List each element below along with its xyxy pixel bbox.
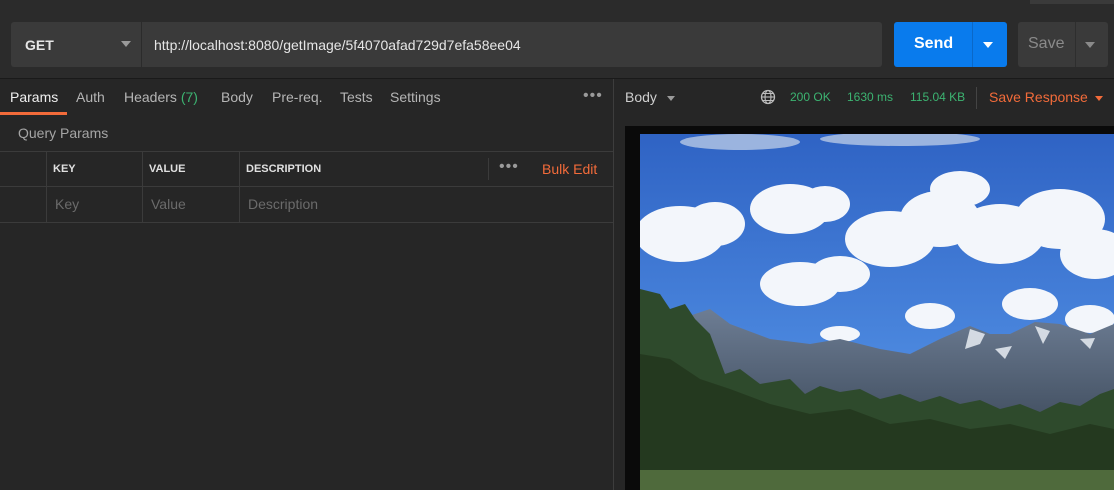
save-response-button[interactable]: Save Response [989, 89, 1088, 105]
active-tab-indicator [0, 112, 67, 115]
response-pane: Body 200 OK 1630 ms 115.04 KB Save Respo… [614, 79, 1114, 490]
tab-params[interactable]: Params [10, 89, 58, 105]
save-response-chevron-icon[interactable] [1095, 96, 1103, 101]
save-label: Save [1028, 35, 1065, 52]
params-empty-row: Key Value Description [0, 186, 613, 223]
url-input[interactable] [154, 36, 854, 53]
top-strip [1030, 0, 1114, 4]
key-input[interactable]: Key [55, 196, 79, 212]
tab-auth[interactable]: Auth [76, 89, 105, 105]
response-size: 115.04 KB [910, 90, 966, 104]
column-header-key: KEY [53, 163, 76, 175]
params-header-row: KEY VALUE DESCRIPTION ••• Bulk Edit [0, 151, 613, 187]
tab-pre-request[interactable]: Pre-req. [272, 89, 323, 105]
tab-settings[interactable]: Settings [390, 89, 441, 105]
status-divider [976, 87, 977, 109]
response-time: 1630 ms [847, 90, 894, 104]
value-input[interactable]: Value [151, 196, 186, 212]
more-options-icon[interactable]: ••• [583, 87, 603, 105]
request-pane: Params Auth Headers (7) Body Pre-req. Te… [0, 79, 613, 490]
tab-tests[interactable]: Tests [340, 89, 373, 105]
save-options-chevron-icon[interactable] [1085, 42, 1095, 48]
send-divider [972, 22, 973, 67]
response-image-frame [625, 126, 1114, 490]
status-badge: 200 OK [790, 90, 831, 104]
send-button[interactable]: Send [894, 22, 1007, 67]
column-header-description: DESCRIPTION [246, 163, 322, 175]
response-view-select[interactable]: Body [625, 89, 657, 105]
tab-body[interactable]: Body [221, 89, 253, 105]
response-image [640, 134, 1114, 490]
tab-headers[interactable]: Headers (7) [124, 89, 198, 105]
request-bar: GET Send Save [0, 0, 1114, 78]
send-options-chevron-icon[interactable] [983, 42, 993, 48]
table-options-icon[interactable]: ••• [499, 158, 519, 176]
method-select[interactable]: GET [11, 22, 141, 67]
request-tabs: Params Auth Headers (7) Body Pre-req. Te… [0, 79, 613, 115]
method-label: GET [25, 36, 54, 53]
tab-headers-label: Headers [124, 89, 177, 105]
description-input[interactable]: Description [248, 196, 318, 212]
chevron-down-icon [121, 41, 131, 47]
send-label: Send [914, 35, 954, 52]
url-field-container[interactable] [142, 22, 882, 67]
bulk-edit-link[interactable]: Bulk Edit [542, 161, 597, 177]
chevron-down-icon[interactable] [667, 96, 675, 101]
query-params-title: Query Params [18, 125, 109, 141]
headers-count-badge: (7) [180, 89, 198, 105]
save-divider [1075, 22, 1076, 67]
column-header-value: VALUE [149, 163, 186, 175]
save-button[interactable]: Save [1018, 22, 1108, 67]
globe-icon[interactable] [760, 89, 776, 105]
